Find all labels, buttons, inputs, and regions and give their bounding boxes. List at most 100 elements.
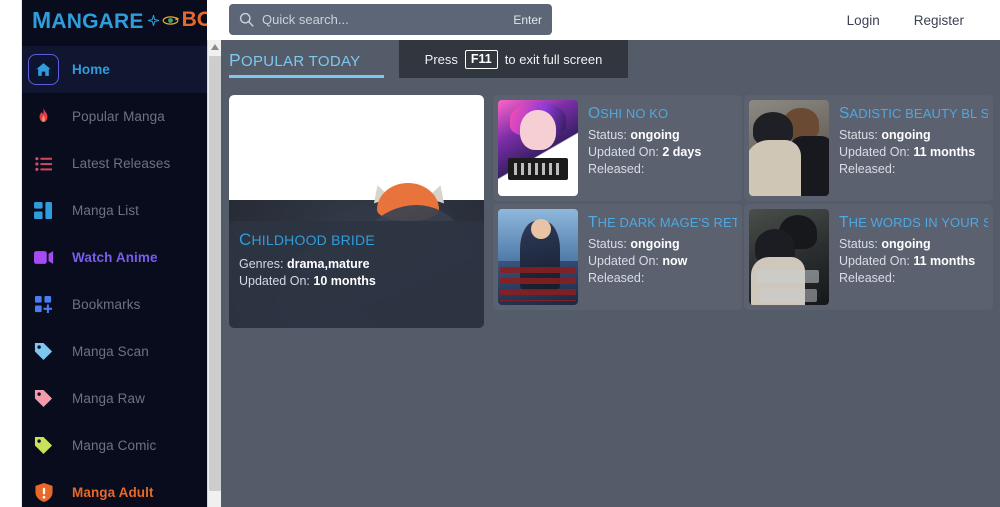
released-label: Released: <box>588 271 645 285</box>
toast-prefix: Press <box>424 51 458 67</box>
search-enter-hint: Enter <box>513 12 542 27</box>
sidebar-item-label: Manga Comic <box>72 438 157 453</box>
auth-links: Login Register <box>847 0 964 40</box>
sidebar-item-home[interactable]: Home <box>22 46 207 93</box>
status-value: ongoing <box>630 128 680 142</box>
sidebar-item-label: Watch Anime <box>72 250 158 265</box>
status-label: Status: <box>588 128 627 142</box>
featured-genres: Genres: drama,mature <box>239 257 474 271</box>
released-label: Released: <box>839 162 896 176</box>
tag-icon <box>28 383 59 414</box>
sidebar-item-manga-raw[interactable]: Manga Raw <box>22 375 207 422</box>
manga-card-title: THE DARK MAGE'S RETUR... <box>588 214 737 231</box>
manga-card-status: Status: ongoing <box>839 236 988 253</box>
featured-card-title: CHILDHOOD BRIDE <box>239 230 375 249</box>
manga-card-status: Status: ongoing <box>588 127 701 144</box>
login-link[interactable]: Login <box>847 13 880 28</box>
manga-card-updated: Updated On: 11 months <box>839 144 988 161</box>
manga-card-body: SADISTIC BEAUTY BL SIDE... Status: ongoi… <box>829 100 988 196</box>
logo-icons <box>147 14 179 27</box>
sadistic-beauty-thumbnail <box>749 100 829 196</box>
popular-cards-grid: OSHI NO KO Status: ongoing Updated On: 2… <box>493 95 993 310</box>
status-value: ongoing <box>881 128 931 142</box>
manga-card-released: Released: <box>839 270 988 287</box>
sidebar-item-bookmarks[interactable]: Bookmarks <box>22 281 207 328</box>
manga-card-body: THE DARK MAGE'S RETUR... Status: ongoing… <box>578 209 737 305</box>
manga-card[interactable]: THE DARK MAGE'S RETUR... Status: ongoing… <box>493 204 742 310</box>
alert-shield-icon <box>28 477 59 507</box>
manga-card-body: OSHI NO KO Status: ongoing Updated On: 2… <box>578 100 701 196</box>
updated-label: Updated On: <box>839 254 910 268</box>
logo-primary-text: MANGARE <box>32 6 144 33</box>
manga-card-released: Released: <box>588 270 737 287</box>
toast-suffix: to exit full screen <box>504 51 603 67</box>
manga-card[interactable]: SADISTIC BEAUTY BL SIDE... Status: ongoi… <box>744 95 993 201</box>
manga-card-title: SADISTIC BEAUTY BL SIDE... <box>839 105 988 122</box>
site-logo[interactable]: MANGARE Born <box>22 0 207 40</box>
sidebar-item-watch-anime[interactable]: Watch Anime <box>22 234 207 281</box>
sidebar-item-label: Manga Scan <box>72 344 149 359</box>
bookmark-grid-icon <box>28 289 59 320</box>
grid-list-icon <box>28 195 59 226</box>
sidebar-item-latest-releases[interactable]: Latest Releases <box>22 140 207 187</box>
updated-label: Updated On: <box>239 274 310 288</box>
section-header: POPULAR TODAY <box>229 50 389 78</box>
main-content: POPULAR TODAY Press F11 to exit full scr… <box>221 40 1000 507</box>
fire-icon <box>28 101 59 132</box>
featured-card-info: CHILDHOOD BRIDE Genres: drama,mature Upd… <box>229 221 484 328</box>
scrollbar-thumb[interactable] <box>209 56 221 491</box>
orbit-icon <box>162 15 179 25</box>
words-in-your-snare-thumbnail <box>749 209 829 305</box>
search-input[interactable] <box>262 12 508 27</box>
search-icon <box>239 12 255 27</box>
manga-card-title: OSHI NO KO <box>588 105 669 122</box>
sidebar-item-label: Manga List <box>72 203 140 218</box>
manga-card-updated: Updated On: 2 days <box>588 144 701 161</box>
sidebar-scrollbar[interactable] <box>207 40 222 507</box>
updated-value: 11 months <box>913 254 976 268</box>
updated-value: 11 months <box>913 145 976 159</box>
search-bar[interactable]: Enter <box>229 4 552 35</box>
page-title: POPULAR TODAY <box>229 50 361 70</box>
register-link[interactable]: Register <box>914 13 964 28</box>
manga-card[interactable]: OSHI NO KO Status: ongoing Updated On: 2… <box>493 95 742 201</box>
sidebar-item-manga-scan[interactable]: Manga Scan <box>22 328 207 375</box>
genres-value: drama,mature <box>286 257 370 271</box>
oshi-no-ko-thumbnail <box>498 100 578 196</box>
updated-value: 2 days <box>662 145 702 159</box>
home-icon <box>28 54 59 85</box>
f11-key-badge: F11 <box>464 49 498 69</box>
tag-icon <box>28 336 59 367</box>
list-icon <box>28 148 59 179</box>
updated-label: Updated On: <box>839 145 910 159</box>
left-gutter <box>0 0 22 507</box>
top-bar: Enter Login Register <box>221 0 1000 40</box>
sidebar-item-label: Manga Adult <box>72 485 154 500</box>
updated-label: Updated On: <box>588 254 659 268</box>
section-underline <box>229 75 384 78</box>
manga-card-released: Released: <box>839 161 988 178</box>
sidebar-item-label: Popular Manga <box>72 109 165 124</box>
scroll-up-button[interactable] <box>208 40 222 54</box>
sidebar-item-manga-list[interactable]: Manga List <box>22 187 207 234</box>
updated-value: 10 months <box>313 274 376 288</box>
released-label: Released: <box>839 271 896 285</box>
genres-label: Genres: <box>239 257 284 271</box>
sidebar-item-manga-adult[interactable]: Manga Adult <box>22 469 207 507</box>
updated-label: Updated On: <box>588 145 659 159</box>
featured-card[interactable]: CHILDHOOD BRIDE Genres: drama,mature Upd… <box>229 95 484 328</box>
status-value: ongoing <box>630 237 680 251</box>
manga-card[interactable]: THE WORDS IN YOUR SN... Status: ongoing … <box>744 204 993 310</box>
manga-card-body: THE WORDS IN YOUR SN... Status: ongoing … <box>829 209 988 305</box>
tag-icon <box>28 430 59 461</box>
sidebar-item-label: Manga Raw <box>72 391 145 406</box>
sidebar-item-manga-comic[interactable]: Manga Comic <box>22 422 207 469</box>
manga-card-updated: Updated On: now <box>588 253 737 270</box>
manga-card-status: Status: ongoing <box>588 236 737 253</box>
sidebar-item-popular-manga[interactable]: Popular Manga <box>22 93 207 140</box>
manga-card-status: Status: ongoing <box>839 127 988 144</box>
status-value: ongoing <box>881 237 931 251</box>
featured-updated: Updated On: 10 months <box>239 274 474 288</box>
manga-card-title: THE WORDS IN YOUR SN... <box>839 214 988 231</box>
app-root: MANGARE Born Home <box>0 0 1000 507</box>
